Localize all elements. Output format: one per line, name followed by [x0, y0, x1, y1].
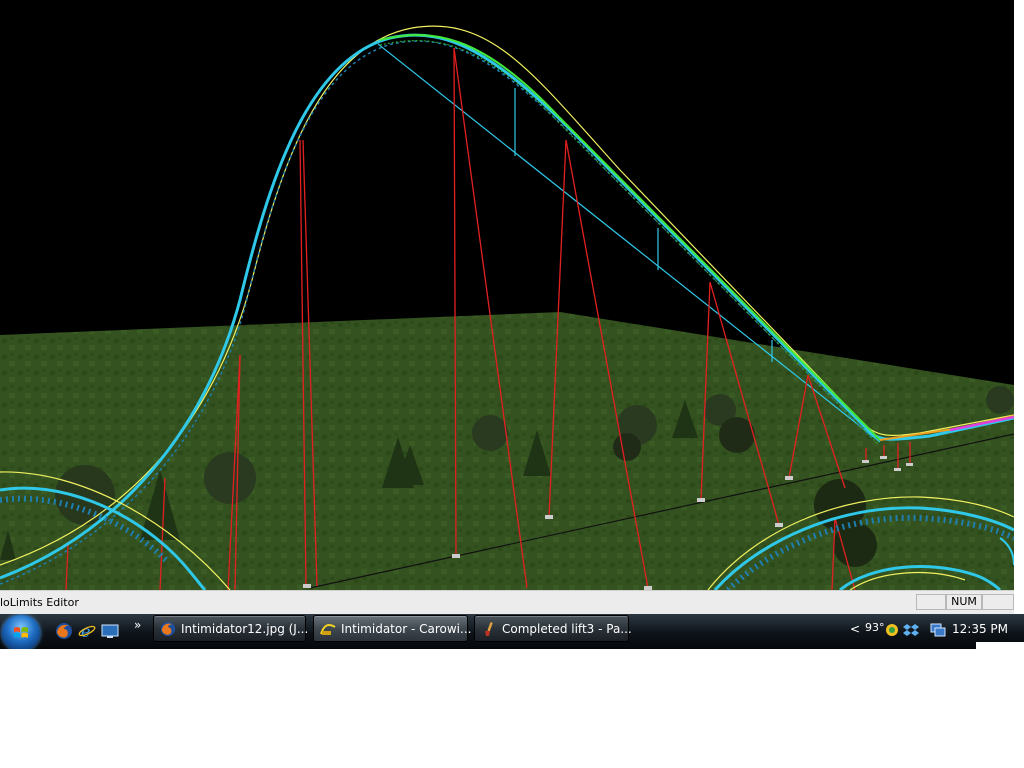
support-footer	[894, 468, 901, 471]
tray-clock[interactable]: 12:35 PM	[952, 622, 1008, 636]
svg-text:e: e	[81, 622, 90, 640]
tree	[833, 523, 877, 567]
status-cell-empty	[982, 594, 1014, 610]
paint-icon	[485, 622, 493, 636]
taskbar-button-nolimits[interactable]: Intimidator - Carowi...	[313, 615, 472, 642]
dropbox-icon[interactable]	[903, 622, 919, 638]
coaster-scene	[0, 25, 1014, 590]
status-bar: loLimits Editor NUM	[0, 590, 1014, 614]
tree	[613, 433, 641, 461]
weather-icon[interactable]	[884, 622, 900, 638]
firefox-icon	[160, 621, 176, 637]
support-footer	[545, 515, 553, 519]
tree	[472, 415, 508, 451]
taskbar-button-label: Intimidator12.jpg (J...	[181, 622, 309, 636]
support-footer	[785, 476, 793, 480]
support-footer	[697, 498, 705, 502]
status-cell-empty	[916, 594, 946, 610]
status-cell-num: NUM	[946, 594, 982, 610]
support-footer	[862, 460, 869, 463]
taskbar-button-firefox[interactable]: Intimidator12.jpg (J...	[153, 615, 309, 642]
tray-temperature[interactable]: 93°	[865, 621, 885, 634]
windows-taskbar: e » Intimidator12.jpg (J... Intimidator …	[0, 614, 1024, 649]
taskbar-button-paint[interactable]: Completed lift3 - Pa...	[474, 615, 632, 642]
nolimits-icon	[320, 624, 336, 635]
support-footer	[906, 463, 913, 466]
show-desktop-icon[interactable]	[101, 622, 119, 640]
support-footer	[303, 584, 311, 588]
taskbar-button-label: Intimidator - Carowi...	[341, 622, 472, 636]
network-icon[interactable]	[930, 622, 946, 638]
tray-expand-button[interactable]: <	[850, 622, 860, 636]
windows-flag-icon	[14, 627, 28, 638]
taskbar-button-label: Completed lift3 - Pa...	[502, 622, 632, 636]
firefox-icon[interactable]	[55, 622, 73, 640]
internet-explorer-icon[interactable]: e	[78, 622, 96, 640]
support-footer	[880, 456, 887, 459]
start-button[interactable]	[2, 615, 40, 649]
tree	[986, 386, 1014, 414]
quicklaunch-more-button[interactable]: »	[134, 618, 141, 632]
status-text: loLimits Editor	[0, 596, 79, 609]
screen-edge	[976, 642, 1024, 650]
tree	[204, 452, 256, 504]
support-footer	[452, 554, 460, 558]
support-footer	[775, 523, 783, 527]
window-border	[1014, 0, 1024, 650]
editor-3d-viewport[interactable]	[0, 0, 1014, 590]
